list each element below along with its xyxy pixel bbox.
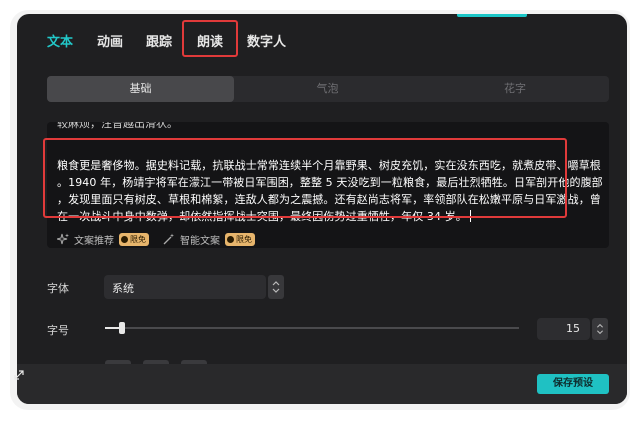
free-badge: 限免 — [225, 232, 255, 246]
text-properties-panel: 文本 动画 跟踪 朗读 数字人 基础 气泡 花字 较麻烦，注音越出滑状。 粮食更… — [17, 14, 627, 404]
font-select-value: 系统 — [112, 282, 134, 295]
copy-recommend-label: 文案推荐 — [74, 235, 114, 247]
font-select[interactable]: 系统 — [104, 275, 266, 299]
font-size-label: 字号 — [47, 324, 69, 337]
panel-footer: 保存预设 — [17, 364, 627, 404]
font-size-stepper[interactable] — [592, 318, 608, 340]
subtab-fancy-text[interactable]: 花字 — [421, 76, 609, 102]
smart-copy-label: 智能文案 — [180, 235, 220, 247]
tab-digital-human[interactable]: 数字人 — [247, 34, 286, 52]
tab-text[interactable]: 文本 — [47, 34, 73, 52]
badge-text: 限免 — [130, 234, 146, 244]
font-size-value: 15 — [566, 322, 580, 335]
magic-wand-icon — [163, 233, 174, 245]
read-aloud-highlight-box — [182, 20, 238, 57]
previous-text-line: 较麻烦，注音越出滑状。 — [57, 122, 178, 130]
badge-clock-icon — [121, 235, 128, 243]
subtab-bar: 基础 气泡 花字 — [47, 76, 609, 102]
tab-tracking[interactable]: 跟踪 — [146, 34, 172, 52]
font-label: 字体 — [47, 282, 69, 295]
free-badge: 限免 — [119, 232, 149, 246]
tab-animation[interactable]: 动画 — [97, 34, 123, 52]
ai-tools-row: 文案推荐 限免 智能文案 限免 — [57, 230, 269, 248]
tab-bar: 文本 动画 跟踪 朗读 数字人 — [17, 14, 627, 60]
badge-clock-icon — [227, 235, 234, 243]
font-size-slider-thumb[interactable] — [119, 322, 125, 334]
smart-copy-button[interactable]: 智能文案 限免 — [163, 232, 255, 247]
sparkle-icon — [57, 233, 69, 245]
chevron-up-down-icon — [272, 281, 280, 293]
subtab-bubble[interactable]: 气泡 — [234, 76, 421, 102]
resize-handle-icon[interactable] — [12, 368, 26, 382]
paragraph-highlight-box — [43, 138, 567, 218]
save-preset-button[interactable]: 保存预设 — [537, 374, 609, 394]
font-select-stepper[interactable] — [268, 275, 284, 299]
copy-recommend-button[interactable]: 文案推荐 限免 — [57, 232, 149, 247]
chevron-up-down-icon — [597, 323, 603, 335]
font-size-slider[interactable] — [105, 322, 519, 334]
font-size-input[interactable]: 15 — [537, 318, 590, 340]
badge-text: 限免 — [236, 234, 252, 244]
subtab-basic[interactable]: 基础 — [47, 76, 234, 102]
